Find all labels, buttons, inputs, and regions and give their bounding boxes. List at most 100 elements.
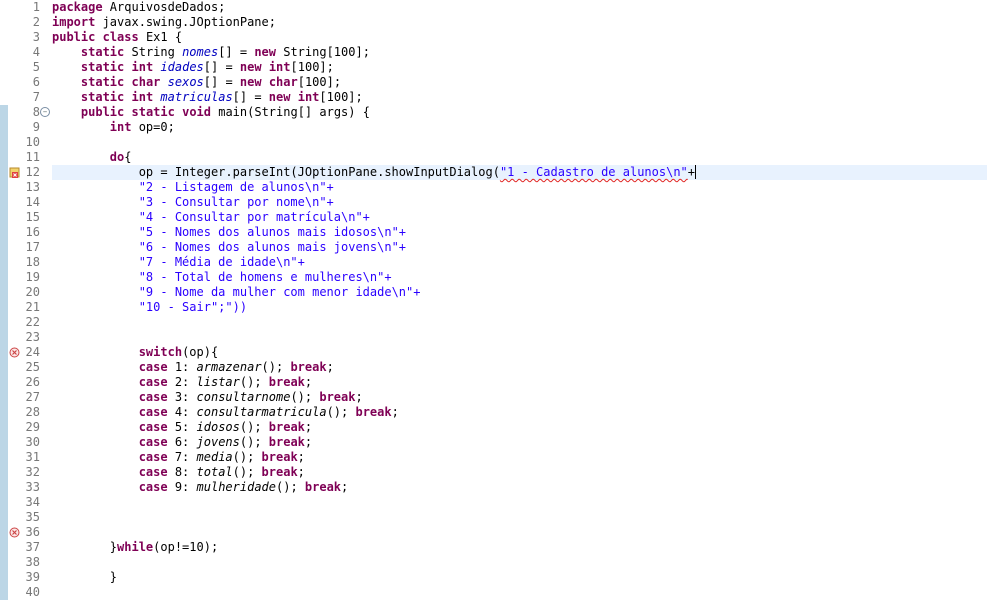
code-text[interactable]: public class Ex1 { bbox=[52, 30, 182, 45]
code-text[interactable]: public static void main(String[] args) { bbox=[52, 105, 370, 120]
code-line[interactable]: 8− public static void main(String[] args… bbox=[0, 105, 987, 120]
code-line[interactable]: 10 bbox=[0, 135, 987, 150]
code-line[interactable]: 37 }while(op!=10); bbox=[0, 540, 987, 555]
code-token: ; bbox=[297, 465, 305, 479]
line-number: 16 bbox=[25, 225, 40, 239]
code-line[interactable]: 6 static char sexos[] = new char[100]; bbox=[0, 75, 987, 90]
code-text[interactable]: switch(op){ bbox=[52, 345, 218, 360]
code-line[interactable]: 28 case 4: consultarmatricula(); break; bbox=[0, 405, 987, 420]
change-marker bbox=[0, 420, 8, 435]
code-text[interactable]: case 7: media(); break; bbox=[52, 450, 305, 465]
code-text[interactable]: "9 - Nome da mulher com menor idade\n"+ bbox=[52, 285, 421, 300]
code-line[interactable]: 12 op = Integer.parseInt(JOptionPane.sho… bbox=[0, 165, 987, 180]
code-text[interactable]: case 2: listar(); break; bbox=[52, 375, 312, 390]
code-text[interactable]: op = Integer.parseInt(JOptionPane.showIn… bbox=[52, 165, 987, 180]
code-token: [] = bbox=[203, 60, 240, 74]
code-line[interactable]: 39 } bbox=[0, 570, 987, 585]
string-token: "3 - Consultar por nome\n"+ bbox=[138, 195, 334, 209]
code-line[interactable]: 15 "4 - Consultar por matrícula\n"+ bbox=[0, 210, 987, 225]
code-line[interactable]: 25 case 1: armazenar(); break; bbox=[0, 360, 987, 375]
code-text[interactable]: case 4: consultarmatricula(); break; bbox=[52, 405, 399, 420]
change-marker bbox=[0, 210, 8, 225]
code-text[interactable]: static char sexos[] = new char[100]; bbox=[52, 75, 341, 90]
code-line[interactable]: 16 "5 - Nomes dos alunos mais idosos\n"+ bbox=[0, 225, 987, 240]
line-number: 35 bbox=[25, 510, 40, 524]
code-text[interactable]: "5 - Nomes dos alunos mais idosos\n"+ bbox=[52, 225, 406, 240]
code-line[interactable]: 1 package ArquivosdeDados; bbox=[0, 0, 987, 15]
method-call-token: listar bbox=[196, 375, 240, 389]
code-line[interactable]: 20 "9 - Nome da mulher com menor idade\n… bbox=[0, 285, 987, 300]
code-line[interactable]: 4 static String nomes[] = new String[100… bbox=[0, 45, 987, 60]
code-text[interactable]: }while(op!=10); bbox=[52, 540, 218, 555]
code-line[interactable]: 11 do{ bbox=[0, 150, 987, 165]
change-marker bbox=[0, 330, 8, 345]
code-text[interactable]: package ArquivosdeDados; bbox=[52, 0, 225, 15]
code-text[interactable]: "6 - Nomes dos alunos mais jovens\n"+ bbox=[52, 240, 406, 255]
change-marker bbox=[0, 180, 8, 195]
line-number: 31 bbox=[25, 450, 40, 464]
code-text[interactable]: static int matriculas[] = new int[100]; bbox=[52, 90, 363, 105]
change-marker bbox=[0, 585, 8, 600]
code-text[interactable]: case 3: consultarnome(); break; bbox=[52, 390, 363, 405]
code-line[interactable]: 5 static int idades[] = new int[100]; bbox=[0, 60, 987, 75]
code-text[interactable]: case 6: jovens(); break; bbox=[52, 435, 312, 450]
change-marker bbox=[0, 435, 8, 450]
code-text[interactable]: } bbox=[52, 570, 117, 585]
code-line[interactable]: 18 "7 - Média de idade\n"+ bbox=[0, 255, 987, 270]
code-line[interactable]: 13 "2 - Listagem de alunos\n"+ bbox=[0, 180, 987, 195]
code-token: ; bbox=[304, 375, 313, 389]
code-line[interactable]: 23 bbox=[0, 330, 987, 345]
code-text[interactable]: "8 - Total de homens e mulheres\n"+ bbox=[52, 270, 392, 285]
code-editor[interactable]: 1 package ArquivosdeDados; 2 import javax.s… bbox=[0, 0, 987, 603]
code-text[interactable]: case 1: armazenar(); break; bbox=[52, 360, 334, 375]
code-text[interactable]: case 8: total(); break; bbox=[52, 465, 305, 480]
code-text[interactable]: "10 - Sair";")) bbox=[52, 300, 247, 315]
code-token: [] = bbox=[218, 45, 255, 59]
code-line[interactable]: 34 bbox=[0, 495, 987, 510]
code-line[interactable]: 21 "10 - Sair";")) bbox=[0, 300, 987, 315]
code-token: (op){ bbox=[182, 345, 219, 359]
code-line[interactable]: 3 public class Ex1 { bbox=[0, 30, 987, 45]
code-text[interactable]: static int idades[] = new int[100]; bbox=[52, 60, 334, 75]
code-line[interactable]: 2 import javax.swing.JOptionPane; bbox=[0, 15, 987, 30]
code-text[interactable]: "3 - Consultar por nome\n"+ bbox=[52, 195, 334, 210]
code-text[interactable]: int op=0; bbox=[52, 120, 175, 135]
code-line[interactable]: 33 case 9: mulheridade(); break; bbox=[0, 480, 987, 495]
code-token: 6: bbox=[167, 435, 197, 449]
code-line[interactable]: 30 case 6: jovens(); break; bbox=[0, 435, 987, 450]
code-text[interactable]: static String nomes[] = new String[100]; bbox=[52, 45, 370, 60]
line-number: 28 bbox=[25, 405, 40, 419]
code-text[interactable]: "7 - Média de idade\n"+ bbox=[52, 255, 305, 270]
code-token: (); bbox=[239, 435, 269, 449]
code-line[interactable]: 17 "6 - Nomes dos alunos mais jovens\n"+ bbox=[0, 240, 987, 255]
code-text[interactable]: "2 - Listagem de alunos\n"+ bbox=[52, 180, 334, 195]
code-line[interactable]: 9 int op=0; bbox=[0, 120, 987, 135]
code-line[interactable]: 24 switch(op){ bbox=[0, 345, 987, 360]
line-number: 12 bbox=[25, 165, 40, 179]
code-line[interactable]: 36 bbox=[0, 525, 987, 540]
code-line[interactable]: 22 bbox=[0, 315, 987, 330]
code-line[interactable]: 7 static int matriculas[] = new int[100]… bbox=[0, 90, 987, 105]
code-text[interactable]: do{ bbox=[52, 150, 132, 165]
code-token: 3: bbox=[167, 390, 197, 404]
change-marker bbox=[0, 300, 8, 315]
code-text[interactable]: "4 - Consultar por matrícula\n"+ bbox=[52, 210, 370, 225]
keyword-token: do bbox=[109, 150, 125, 164]
code-line[interactable]: 38 bbox=[0, 555, 987, 570]
code-text[interactable]: import javax.swing.JOptionPane; bbox=[52, 15, 276, 30]
code-line[interactable]: 19 "8 - Total de homens e mulheres\n"+ bbox=[0, 270, 987, 285]
code-line[interactable]: 40 bbox=[0, 585, 987, 600]
code-line[interactable]: 26 case 2: listar(); break; bbox=[0, 375, 987, 390]
change-marker bbox=[0, 150, 8, 165]
code-text[interactable]: case 5: idosos(); break; bbox=[52, 420, 312, 435]
code-line[interactable]: 27 case 3: consultarnome(); break; bbox=[0, 390, 987, 405]
code-line[interactable]: 14 "3 - Consultar por nome\n"+ bbox=[0, 195, 987, 210]
code-line[interactable]: 35 bbox=[0, 510, 987, 525]
fold-toggle-icon[interactable]: − bbox=[40, 107, 50, 117]
code-line[interactable]: 31 case 7: media(); break; bbox=[0, 450, 987, 465]
code-line[interactable]: 29 case 5: idosos(); break; bbox=[0, 420, 987, 435]
code-line[interactable]: 32 case 8: total(); break; bbox=[0, 465, 987, 480]
code-text[interactable]: case 9: mulheridade(); break; bbox=[52, 480, 349, 495]
